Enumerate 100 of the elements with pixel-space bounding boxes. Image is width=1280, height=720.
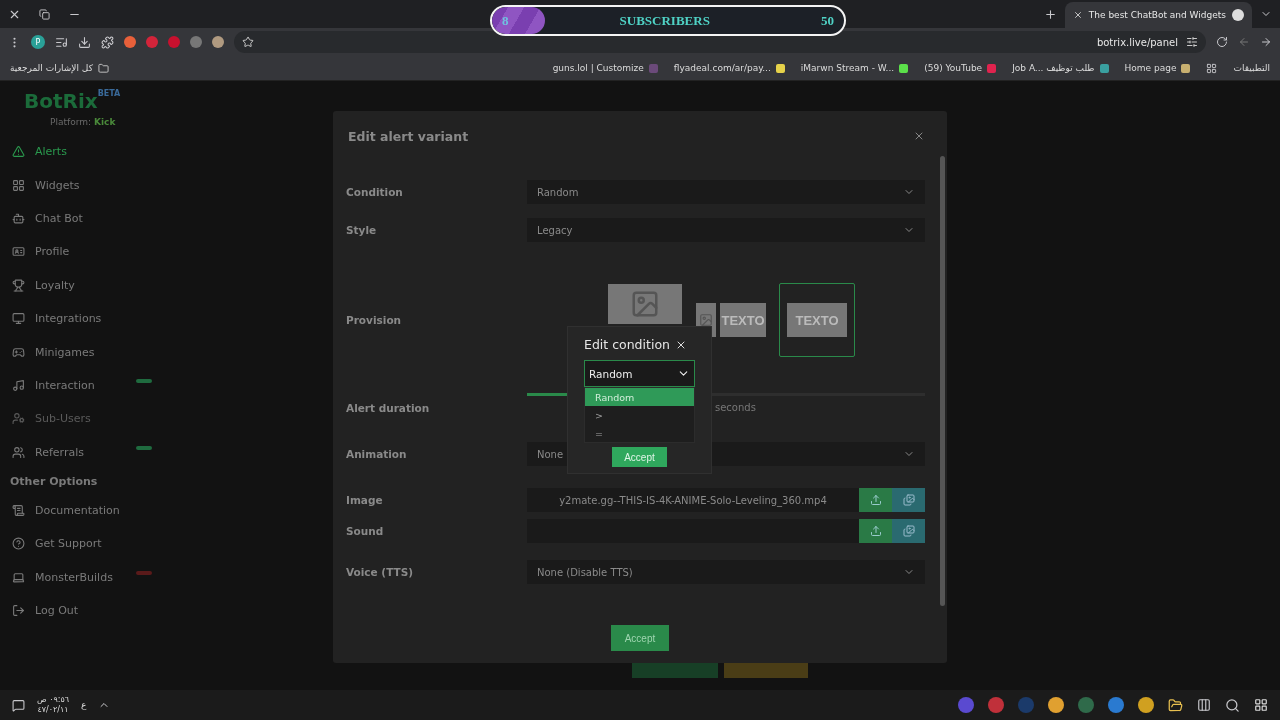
download-icon[interactable]	[78, 35, 91, 49]
nav-item[interactable]: Minigames	[12, 335, 162, 369]
forward-icon[interactable]	[1260, 36, 1272, 48]
bookmark-link[interactable]: (59) YouTube	[924, 63, 983, 73]
provision-option[interactable]	[607, 283, 683, 325]
site-settings-icon[interactable]	[1186, 36, 1198, 48]
close-icon[interactable]	[913, 130, 925, 142]
nav-icon	[12, 445, 25, 459]
image-icon	[630, 289, 660, 319]
select-field[interactable]: Legacy	[527, 218, 925, 242]
notification-icon[interactable]	[12, 698, 25, 712]
select-field[interactable]: Random	[527, 180, 925, 204]
nav-item[interactable]: Log Out	[12, 594, 162, 628]
nav-item[interactable]: Get Support	[12, 527, 162, 561]
nav-icon	[12, 570, 25, 584]
bookmark-link[interactable]: Job A... طلب توظيف	[1012, 63, 1095, 73]
star-icon[interactable]	[242, 36, 254, 48]
nav-icon	[12, 604, 25, 618]
file-field[interactable]: y2mate.gg--THIS-IS-4K-ANIME-Solo-Leveling_360.mp4	[527, 488, 859, 512]
nav-icon	[12, 245, 25, 259]
upload-icon	[869, 525, 882, 537]
dropdown-option[interactable]: Random	[585, 388, 694, 406]
profile-avatar[interactable]: P	[31, 35, 45, 49]
reload-icon[interactable]	[1216, 36, 1228, 48]
language-indicator[interactable]: ع	[81, 700, 87, 710]
nav-icon	[12, 537, 25, 551]
select-field[interactable]: None (Disable TTS)	[527, 560, 925, 584]
favicon	[1099, 63, 1109, 73]
field-label: Style	[346, 224, 378, 236]
nav-item[interactable]: Widgets	[12, 168, 162, 202]
task-view-icon[interactable]	[1197, 698, 1211, 712]
goal-label: SUBSCRIBERS	[619, 12, 710, 29]
nav-item[interactable]: Profile	[12, 235, 162, 269]
text-thumbnail: TEXTO	[787, 303, 847, 337]
file-field[interactable]	[527, 519, 859, 543]
gallery-icon	[902, 525, 915, 537]
field-label: Animation	[346, 448, 408, 460]
folder-icon[interactable]	[97, 62, 109, 74]
platform-label: Platform:	[50, 117, 91, 127]
upload-button[interactable]	[859, 519, 892, 543]
search-icon[interactable]	[1225, 697, 1240, 713]
favicon	[899, 63, 909, 73]
new-tab-icon[interactable]	[1043, 7, 1057, 21]
dropdown-option[interactable]: =	[585, 424, 694, 442]
section-title: Other Options	[10, 474, 99, 488]
goal-current: 8	[502, 12, 509, 29]
scrollbar[interactable]	[940, 156, 945, 606]
bookmark-link[interactable]: guns.lol | Customize	[552, 63, 644, 73]
extension-icon[interactable]	[146, 36, 158, 48]
dialog-title: Edit condition	[584, 337, 670, 352]
app-icon[interactable]	[1048, 697, 1064, 713]
folder-icon[interactable]	[1168, 697, 1183, 713]
site-icon	[1232, 9, 1244, 21]
dialog-title: Edit alert variant	[348, 128, 469, 144]
bookmark-link[interactable]: flyadeal.com/ar/pay...	[673, 63, 771, 73]
upload-icon	[869, 494, 882, 506]
upload-button[interactable]	[859, 488, 892, 512]
app-icon[interactable]	[1108, 697, 1124, 713]
restore-icon[interactable]	[39, 8, 50, 20]
close-icon[interactable]	[1072, 10, 1083, 20]
nav-item[interactable]: Alerts	[12, 135, 162, 169]
platform-name: Kick	[94, 117, 116, 127]
accept-button[interactable]: Accept	[612, 447, 667, 467]
favicon	[775, 63, 785, 73]
accept-button[interactable]: Accept	[610, 625, 670, 651]
nav-item[interactable]: MonsterBuilds	[12, 560, 162, 595]
nav-icon	[12, 211, 25, 225]
dropdown-option[interactable]: >	[585, 406, 694, 424]
bookmark-link[interactable]: Home page	[1124, 63, 1177, 73]
nav-item[interactable]: Referrals	[12, 435, 162, 469]
bookmark-link[interactable]: iMarwn Stream - W...	[800, 63, 895, 73]
favicon	[987, 63, 997, 73]
clock[interactable]: ٠٩:٥٦ ص ٤٧/٠٢/١١	[37, 695, 70, 715]
field-label: Voice (TTS)	[346, 566, 415, 578]
beta-label: BETA	[97, 89, 121, 98]
apps-link[interactable]: التطبيقات	[1233, 63, 1270, 73]
nav-item[interactable]: Interaction	[12, 368, 162, 403]
nav-item[interactable]: Chat Bot	[12, 201, 162, 236]
address-bar[interactable]: botrix.live/panel	[234, 31, 1206, 53]
nav-item[interactable]: Integrations	[12, 301, 162, 336]
apps-grid-icon[interactable]	[1206, 62, 1218, 74]
windows-icon[interactable]	[1254, 698, 1268, 712]
gallery-icon	[902, 494, 915, 506]
goal-target: 50	[821, 12, 834, 29]
extension-icon[interactable]	[124, 36, 136, 48]
extension-icon[interactable]	[212, 36, 224, 48]
nav-item[interactable]: Loyalty	[12, 268, 162, 302]
media-icon[interactable]	[55, 35, 68, 49]
favicon	[648, 63, 658, 73]
nav-item[interactable]: Documentation	[12, 493, 162, 528]
extensions-icon[interactable]	[101, 35, 114, 49]
nav-icon	[12, 312, 25, 326]
browser-icon[interactable]	[1138, 697, 1154, 713]
all-bookmarks-link[interactable]: كل الإشارات المرجعية	[10, 63, 93, 73]
field-label: Provision	[346, 314, 403, 326]
nav-icon	[12, 178, 25, 192]
condition-select[interactable]: Random	[584, 360, 695, 387]
browser-tab[interactable]: The best ChatBot and Widgets	[1064, 2, 1252, 28]
nav-icon	[12, 378, 25, 392]
extension-icon[interactable]	[190, 36, 202, 48]
